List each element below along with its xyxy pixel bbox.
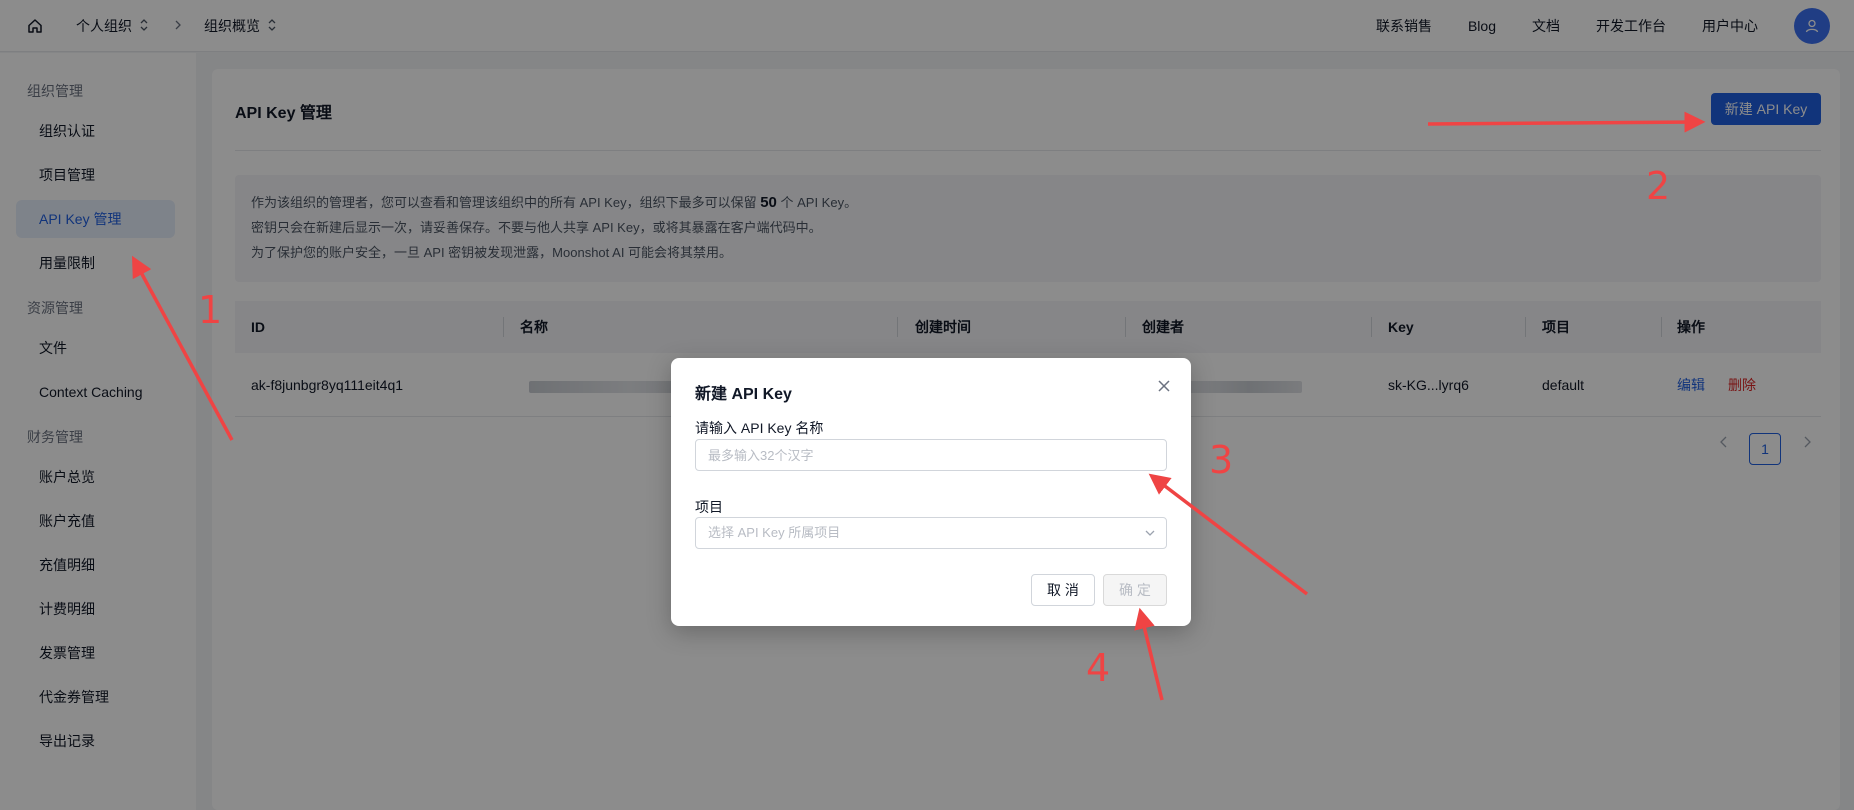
arrow-4 [1134,607,1164,701]
annotation-number-1: 1 [198,288,223,332]
annotation-arrows [131,111,1706,701]
annotation-number-4: 4 [1086,646,1111,690]
arrow-3 [1148,473,1309,596]
arrow-2 [1427,111,1706,133]
annotation-number-3: 3 [1209,438,1234,482]
annotation-number-2: 2 [1646,164,1671,208]
